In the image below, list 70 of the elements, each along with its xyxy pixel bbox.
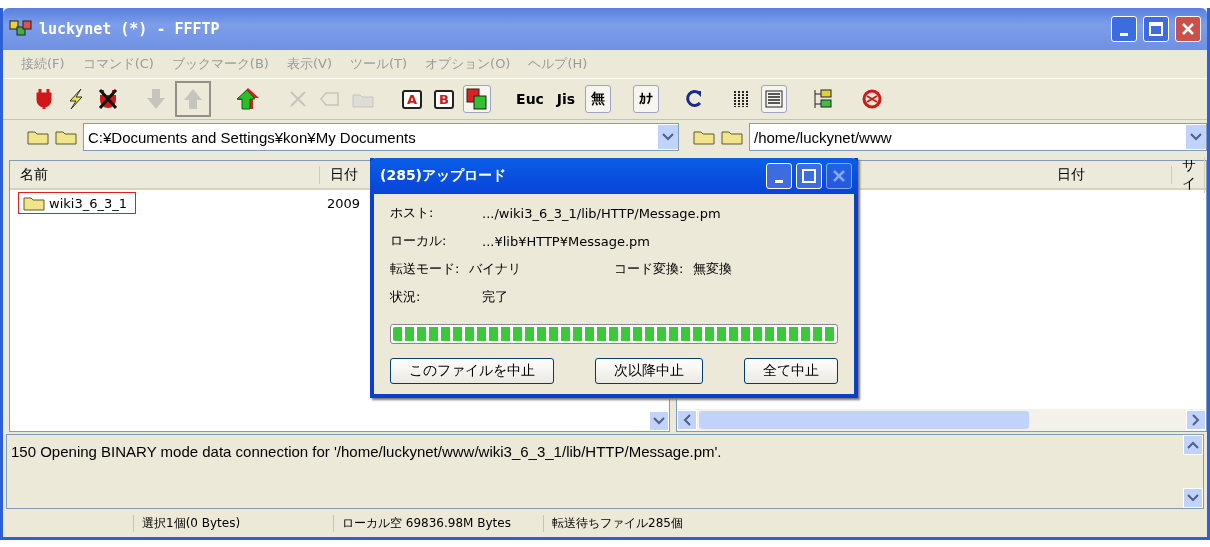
field-label: ホスト: xyxy=(390,204,435,222)
maximize-button[interactable] xyxy=(796,163,822,189)
field-value: 完了 xyxy=(482,288,508,306)
plug-icon xyxy=(36,88,52,110)
scrollbar-thumb[interactable] xyxy=(698,411,1029,429)
disconnect-icon xyxy=(98,88,118,110)
toolbar-button[interactable] xyxy=(463,85,492,113)
file-name[interactable]: wiki3_6_3_1 xyxy=(18,192,136,214)
close-icon xyxy=(1181,22,1195,36)
down-arrow-icon xyxy=(146,88,166,110)
status-text: ローカル空 69836.98M Bytes xyxy=(333,514,543,532)
close-button[interactable] xyxy=(1175,16,1201,42)
minimize-button[interactable] xyxy=(766,163,792,189)
minimize-icon xyxy=(1120,32,1128,36)
toolbar-button[interactable] xyxy=(760,85,787,113)
ascii-binary-icon xyxy=(466,88,489,110)
cancel-button[interactable]: 次以降中止 xyxy=(595,358,703,384)
tree-icon xyxy=(811,88,834,110)
open-folder-icon xyxy=(55,129,77,145)
field-label: 転送モード: xyxy=(390,260,461,278)
cancel-button[interactable]: このファイルを中止 xyxy=(390,358,554,384)
local-path-field[interactable]: C:¥Documents and Settings¥kon¥My Documents xyxy=(83,123,679,151)
field-label: 状況: xyxy=(390,288,422,306)
field-value: 無変換 xyxy=(692,260,733,278)
table-cell-text: 2009 xyxy=(325,195,361,211)
field-label: コード変換: xyxy=(614,260,685,278)
remote-path-field[interactable]: /home/luckynet/www xyxy=(749,123,1207,151)
open-folder-icon xyxy=(721,129,743,145)
status-text: 転送待ちファイル285個 xyxy=(543,514,753,532)
field-value: バイナリ xyxy=(468,260,522,278)
scroll-up-button[interactable] xyxy=(1183,435,1203,455)
up-caret-icon xyxy=(1187,441,1199,449)
field-label: ローカル: xyxy=(390,232,448,250)
field-value: .../wiki3_6_3_1/lib/HTTP/Message.pm xyxy=(482,205,721,221)
toolbar-button[interactable]: Jis xyxy=(552,85,579,113)
house-arrow-icon xyxy=(236,87,260,111)
scroll-down-button[interactable] xyxy=(1183,488,1203,508)
scroll-right-button[interactable] xyxy=(1186,410,1206,430)
lightning-icon xyxy=(67,88,85,110)
maximize-icon xyxy=(1149,22,1163,36)
refresh-icon xyxy=(683,89,704,109)
cancel-button[interactable]: 全て中止 xyxy=(744,358,838,384)
column-header[interactable]: 日付 xyxy=(1046,165,1172,184)
maximize-icon xyxy=(802,169,816,183)
minimize-icon xyxy=(775,179,783,183)
maximize-button[interactable] xyxy=(1143,16,1169,42)
details-view-icon xyxy=(763,89,784,109)
app-logo-icon xyxy=(9,19,33,39)
up-arrow-icon xyxy=(183,88,203,110)
rename-icon xyxy=(320,90,340,108)
toolbar-button[interactable]: Euc xyxy=(513,85,547,113)
window-title: luckynet (*) - FFFTP xyxy=(39,20,221,38)
parent-folder-icon xyxy=(27,129,49,145)
delete-icon xyxy=(289,90,307,108)
toolbar-button[interactable]: 無 xyxy=(584,85,611,113)
log-text: 150 Opening BINARY mode data connection for '/home/luckynet/www/wiki3_6_3_1/lib/HTTP/Message.pm'. xyxy=(10,442,723,462)
folder-icon xyxy=(23,195,45,211)
column-header[interactable]: サイ xyxy=(1171,156,1205,193)
status-text: 選択1個(0 Bytes) xyxy=(133,514,333,532)
close-icon xyxy=(832,169,846,183)
scroll-left-button[interactable] xyxy=(676,410,697,430)
close-button[interactable] xyxy=(826,163,852,189)
scroll-down-button[interactable] xyxy=(648,411,669,431)
stop-icon xyxy=(861,89,882,109)
minimize-button[interactable] xyxy=(1111,16,1137,42)
dialog-title: (285)アップロード xyxy=(380,167,508,185)
parent-folder-icon xyxy=(693,129,715,145)
toolbar-button[interactable]: ｶﾅ xyxy=(632,85,659,113)
column-header[interactable]: 名前 xyxy=(10,165,320,184)
field-value: ...¥lib¥HTTP¥Message.pm xyxy=(482,233,650,249)
